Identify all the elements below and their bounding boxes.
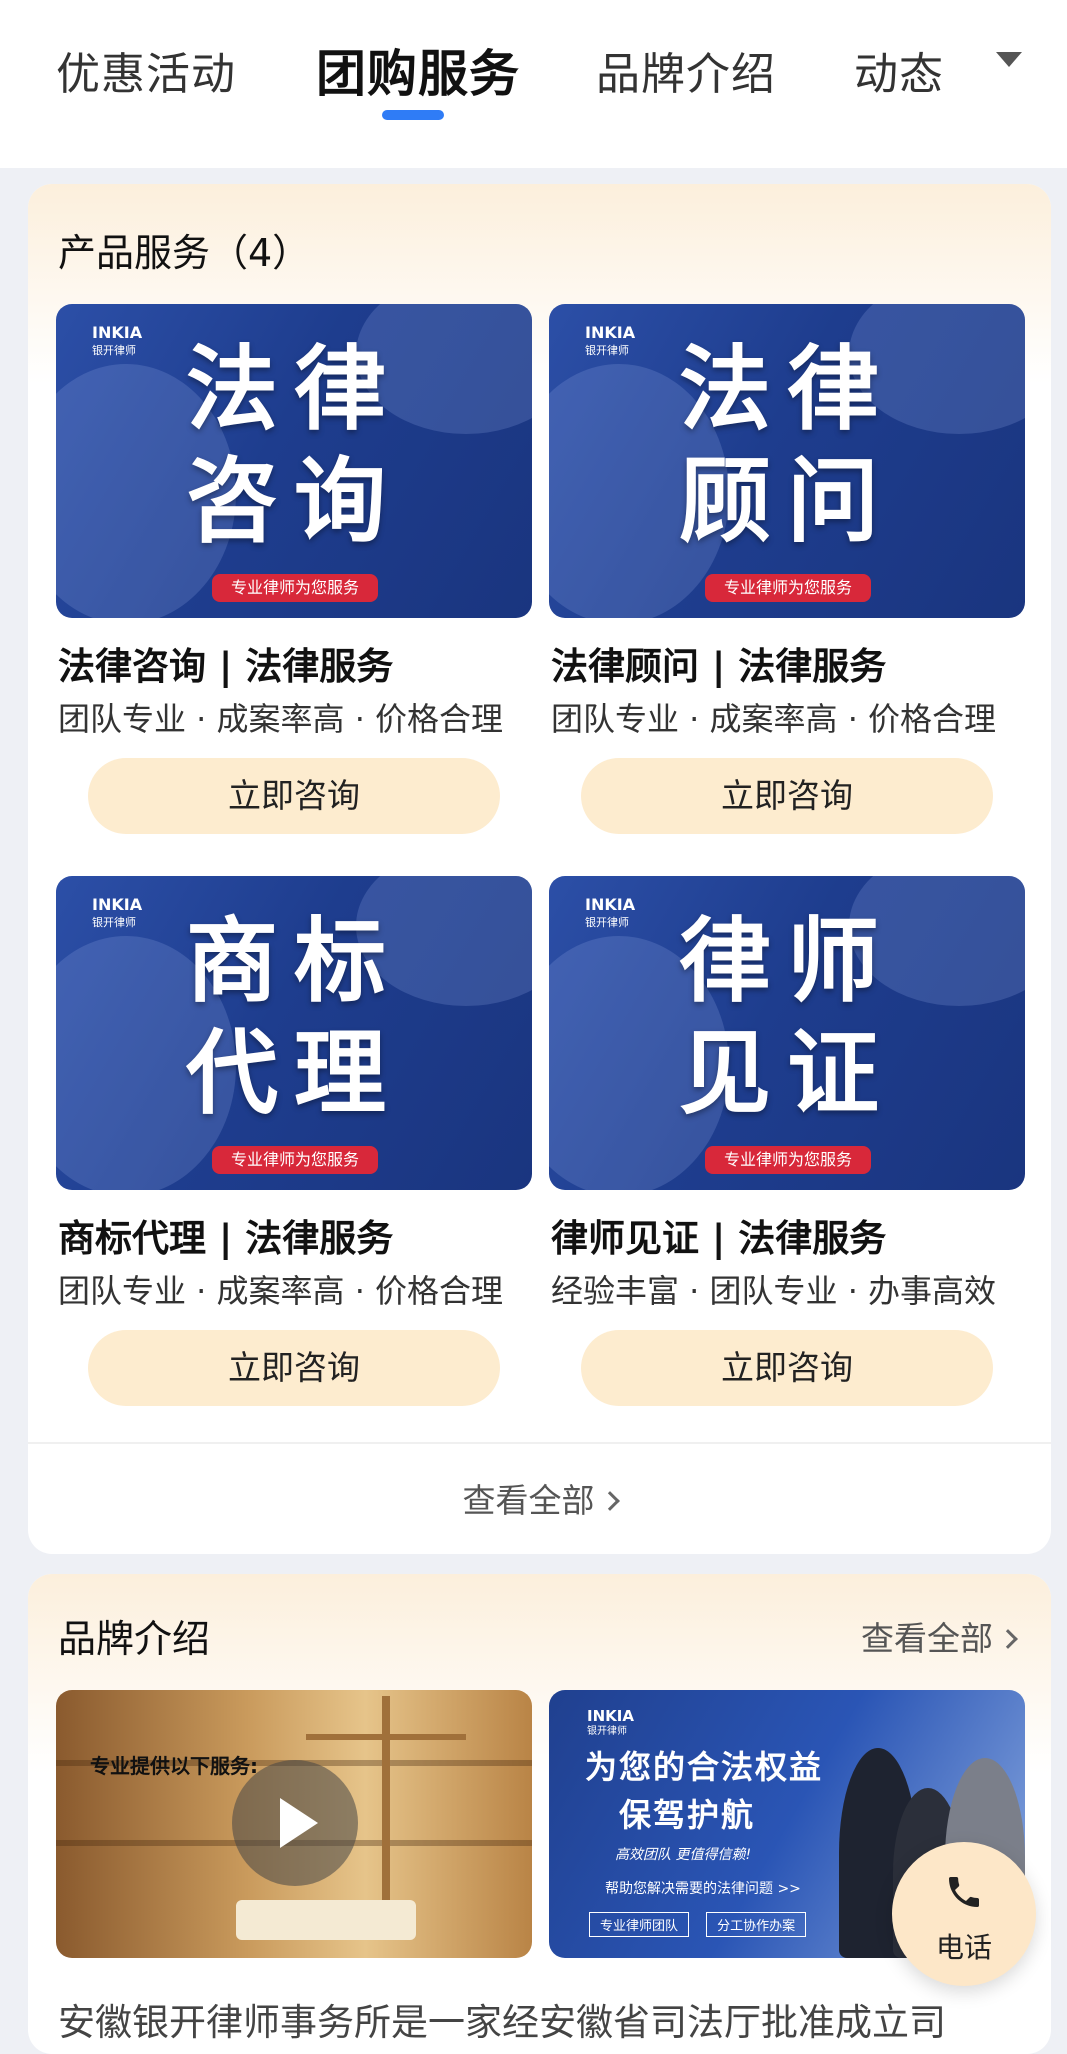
promo-line: 帮助您解决需要的法律问题 >> [605, 1881, 801, 1897]
banner-title-line1: 法律 [185, 336, 402, 443]
product-banner[interactable]: INKIA 银开律师 法律 顾问 专业律师为您服务 [549, 304, 1025, 618]
banner-title-line2: 见证 [678, 1020, 895, 1127]
tab-news[interactable]: 动态 [854, 38, 944, 102]
banner-title-line2: 咨询 [185, 448, 402, 555]
product-desc: 团队专业 · 成案率高 · 价格合理 [551, 700, 997, 738]
section-title: 品牌介绍 [58, 1617, 211, 1661]
banner-title-line1: 律师 [678, 908, 895, 1015]
banner-tag: 专业律师为您服务 [705, 574, 871, 602]
product-card[interactable]: INKIA 银开律师 法律 咨询 专业律师为您服务 法律咨询 | 法律服务 团队专… [56, 304, 532, 844]
promo-slogan: 高效团队 更值得信赖! [615, 1847, 752, 1863]
product-banner[interactable]: INKIA 银开律师 法律 咨询 专业律师为您服务 [56, 304, 532, 618]
divider [28, 1442, 1051, 1444]
tab-promotions[interactable]: 优惠活动 [56, 38, 236, 102]
tab-more-dropdown-icon[interactable] [996, 52, 1022, 67]
brand-intro-card: 品牌介绍 查看全部 专业提供以下服务: INKIA 银开律师 为您的合法权益 保驾… [28, 1574, 1051, 2054]
product-card[interactable]: INKIA 银开律师 商标 代理 专业律师为您服务 商标代理 | 法律服务 团队专… [56, 876, 532, 1416]
promo-tags: 专业律师团队 分工协作办案 [589, 1912, 818, 1937]
tab-group-buy[interactable]: 团购服务 [316, 34, 520, 106]
product-banner[interactable]: INKIA 银开律师 商标 代理 专业律师为您服务 [56, 876, 532, 1190]
brand-video-thumbnail[interactable]: 专业提供以下服务: [56, 1690, 532, 1958]
promo-subheadline: 保驾护航 [619, 1796, 756, 1834]
view-all-products-link[interactable]: 查看全部 [28, 1474, 1051, 1522]
consult-now-button[interactable]: 立即咨询 [88, 758, 500, 834]
section-title: 产品服务（4） [58, 231, 311, 275]
banner-tag: 专业律师为您服务 [705, 1146, 871, 1174]
product-banner[interactable]: INKIA 银开律师 律师 见证 专业律师为您服务 [549, 876, 1025, 1190]
banner-title-line2: 代理 [185, 1020, 402, 1127]
play-icon[interactable] [232, 1760, 358, 1886]
banner-tag: 专业律师为您服务 [212, 1146, 378, 1174]
consult-now-button[interactable]: 立即咨询 [88, 1330, 500, 1406]
top-tab-bar: 优惠活动 团购服务 品牌介绍 动态 [0, 0, 1067, 168]
product-name: 法律咨询 | 法律服务 [58, 645, 394, 688]
promo-headline: 为您的合法权益 [585, 1748, 824, 1786]
product-desc: 团队专业 · 成案率高 · 价格合理 [58, 700, 504, 738]
phone-label: 电话 [935, 1931, 992, 1964]
promo-tag: 分工协作办案 [706, 1912, 807, 1937]
consult-now-button[interactable]: 立即咨询 [581, 1330, 993, 1406]
product-name: 律师见证 | 法律服务 [551, 1217, 887, 1260]
chevron-right-icon [998, 1629, 1018, 1649]
banner-title-line2: 顾问 [678, 448, 895, 555]
product-card[interactable]: INKIA 银开律师 律师 见证 专业律师为您服务 律师见证 | 法律服务 经验丰… [549, 876, 1025, 1416]
video-caption: 专业提供以下服务: [90, 1754, 258, 1778]
banner-tag: 专业律师为您服务 [212, 574, 378, 602]
consult-now-button[interactable]: 立即咨询 [581, 758, 993, 834]
phone-call-button[interactable]: 电话 [892, 1842, 1036, 1986]
book-image [236, 1900, 416, 1940]
product-services-card: 产品服务（4） INKIA 银开律师 法律 咨询 专业律师为您服务 法律咨询 | … [28, 184, 1051, 1554]
phone-icon [949, 1877, 979, 1907]
product-desc: 经验丰富 · 团队专业 · 办事高效 [551, 1272, 997, 1310]
product-card[interactable]: INKIA 银开律师 法律 顾问 专业律师为您服务 法律顾问 | 法律服务 团队专… [549, 304, 1025, 844]
brand-description: 安徽银开律师事务所是一家经安徽省司法厅批准成立司 [58, 2001, 946, 2044]
tab-brand-intro[interactable]: 品牌介绍 [596, 38, 776, 102]
banner-title-line1: 商标 [185, 908, 402, 1015]
view-all-brand-link[interactable]: 查看全部 [861, 1612, 1018, 1660]
product-name: 法律顾问 | 法律服务 [551, 645, 887, 688]
active-tab-indicator [382, 110, 444, 120]
chevron-right-icon [599, 1491, 620, 1511]
product-name: 商标代理 | 法律服务 [58, 1217, 394, 1260]
banner-title-line1: 法律 [678, 336, 895, 443]
product-desc: 团队专业 · 成案率高 · 价格合理 [58, 1272, 504, 1310]
promo-tag: 专业律师团队 [589, 1912, 690, 1937]
brand-logo: INKIA 银开律师 [587, 1707, 634, 1737]
